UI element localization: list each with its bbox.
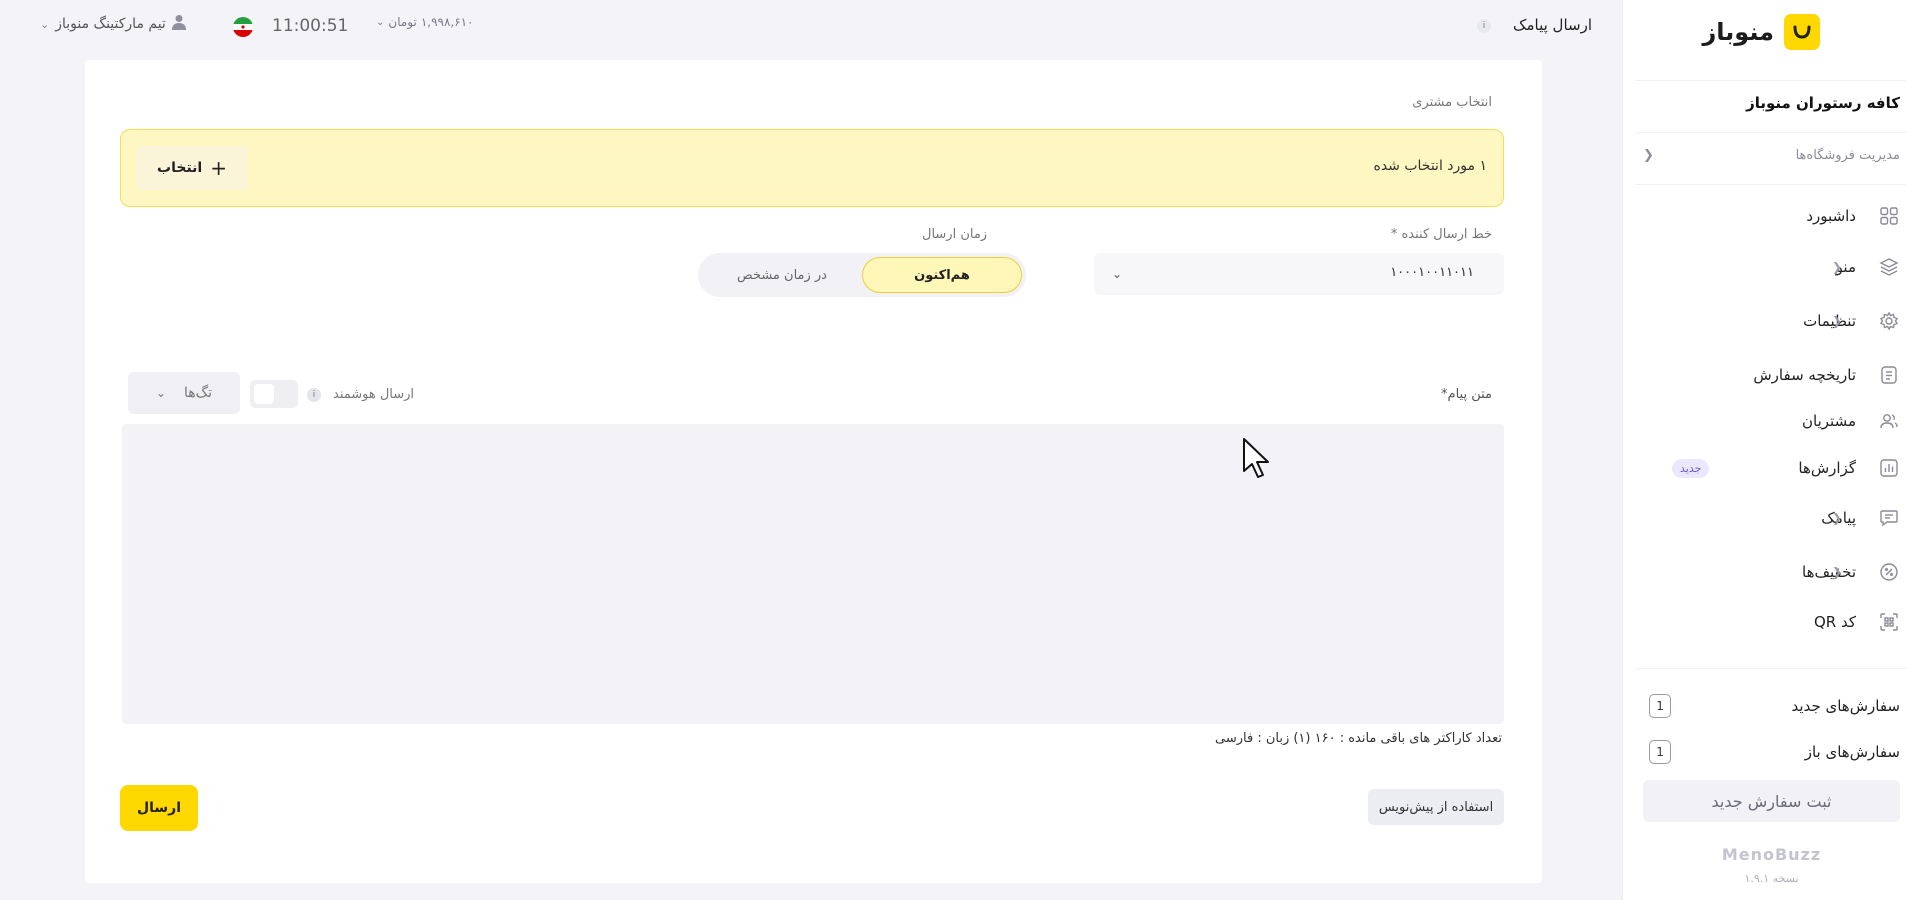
user-menu[interactable]: تیم مارکتینگ منوباز ⌄ <box>40 14 186 34</box>
chevron-down-icon: ⌄ <box>155 386 166 400</box>
send-time-label: زمان ارسال <box>922 227 988 242</box>
chevron-left-icon: ❮ <box>1832 511 1843 525</box>
sidebar-item-label: مشتریان <box>1802 412 1856 430</box>
use-draft-button[interactable]: استفاده از پیش‌نویس <box>1368 789 1504 825</box>
store-name: کافه رستوران منوباز <box>1746 94 1900 112</box>
language-indicator: زبان : فارسی <box>1215 731 1290 746</box>
send-button[interactable]: ارسال <box>120 785 198 831</box>
chevron-left-icon: ❮ <box>1832 565 1843 579</box>
send-now-option[interactable]: هم‌اکنون <box>862 257 1022 293</box>
iran-flag-icon[interactable] <box>233 17 253 37</box>
sidebar-item-menu[interactable]: منو ❮ <box>1622 247 1920 287</box>
sidebar-item-label: گزارش‌ها <box>1798 459 1856 477</box>
select-button-label: انتخاب <box>157 160 203 176</box>
users-icon <box>1878 410 1900 432</box>
divider <box>1636 80 1906 81</box>
chars-remaining: تعداد کاراکتر های باقی مانده : ۱۶۰ (۱) <box>1293 731 1502 746</box>
gear-icon <box>1878 310 1900 332</box>
new-orders-row[interactable]: سفارش‌های جدید 1 <box>1649 694 1900 718</box>
info-icon[interactable]: i <box>307 388 321 402</box>
clock: 11:00:51 <box>272 16 349 36</box>
chevron-down-icon: ⌄ <box>40 17 50 31</box>
user-name: تیم مارکتینگ منوباز <box>55 16 166 32</box>
sidebar: منوباز کافه رستوران منوباز مدیریت فروشگا… <box>1622 0 1920 900</box>
chevron-left-icon: ❮ <box>1832 260 1843 274</box>
divider <box>1636 132 1906 133</box>
sidebar-item-label: تخفیف‌ها <box>1802 563 1856 581</box>
smart-send-label: ارسال هوشمند <box>333 387 415 402</box>
sidebar-item-settings[interactable]: تنظیمات ❮ <box>1622 301 1920 341</box>
open-orders-count: 1 <box>1649 740 1671 764</box>
open-orders-row[interactable]: سفارش‌های باز 1 <box>1649 740 1900 764</box>
balance-display[interactable]: ۱,۹۹۸,۶۱۰ تومان ⌄ <box>376 15 474 29</box>
sidebar-item-reports[interactable]: گزارش‌ها جدید <box>1622 448 1920 488</box>
selected-customers-box: ۱ مورد انتخاب شده + انتخاب <box>120 129 1504 207</box>
document-icon <box>1878 364 1900 386</box>
open-orders-label: سفارش‌های باز <box>1804 743 1900 761</box>
brand-logo-icon <box>1784 14 1820 50</box>
balance-unit: تومان <box>388 15 417 29</box>
brand[interactable]: منوباز <box>1702 14 1820 50</box>
message-text-label: متن پیام* <box>1441 387 1492 402</box>
chevron-left-icon: ❮ <box>1832 314 1843 328</box>
chart-icon <box>1878 457 1900 479</box>
store-management-link[interactable]: مدیریت فروشگاه‌ها ❮ <box>1643 148 1900 163</box>
new-orders-label: سفارش‌های جدید <box>1791 697 1900 715</box>
dashboard-icon <box>1878 205 1900 227</box>
sender-line-label: خط ارسال کننده * <box>1390 227 1492 242</box>
divider <box>1636 184 1906 185</box>
chevron-down-icon: ⌄ <box>376 16 385 28</box>
top-bar: ارسال پیامک i ۱,۹۹۸,۶۱۰ تومان ⌄ 11:00:51… <box>0 0 1622 52</box>
footer-brand-logo: MenoBuzz <box>1721 845 1822 864</box>
send-scheduled-option[interactable]: در زمان مشخص <box>702 257 862 293</box>
sidebar-item-sms[interactable]: پیامک ❮ <box>1622 498 1920 538</box>
sms-form-card: انتخاب مشتری ۱ مورد انتخاب شده + انتخاب … <box>85 60 1542 883</box>
tags-label: تگ‌ها <box>184 385 213 401</box>
toggle-knob <box>254 384 274 404</box>
new-order-button[interactable]: ثبت سفارش جدید <box>1643 780 1900 822</box>
discount-icon <box>1878 561 1900 583</box>
sidebar-item-customers[interactable]: مشتریان <box>1622 401 1920 441</box>
sidebar-item-dashboard[interactable]: داشبورد <box>1622 196 1920 236</box>
plus-icon: + <box>210 156 227 180</box>
user-icon <box>171 14 186 34</box>
chevron-down-icon: ⌄ <box>1112 267 1123 281</box>
new-badge: جدید <box>1672 458 1710 478</box>
new-orders-count: 1 <box>1649 694 1671 718</box>
sidebar-item-order-history[interactable]: تاریخچه سفارش <box>1622 355 1920 395</box>
balance-amount: ۱,۹۹۸,۶۱۰ <box>420 15 474 29</box>
sender-line-value: ۱۰۰۰۱۰۰۱۱۰۱۱ <box>1390 265 1474 280</box>
brand-name: منوباز <box>1702 18 1774 46</box>
selected-count-text: ۱ مورد انتخاب شده <box>1373 158 1487 174</box>
sidebar-item-label: تنظیمات <box>1803 312 1856 330</box>
page-title: ارسال پیامک <box>1513 16 1592 34</box>
divider <box>1636 668 1906 669</box>
sidebar-item-label: تاریخچه سفارش <box>1753 366 1856 384</box>
customer-select-label: انتخاب مشتری <box>1412 95 1492 110</box>
sidebar-item-label: داشبورد <box>1806 207 1856 225</box>
qr-icon <box>1878 611 1900 633</box>
mouse-cursor-icon <box>1242 437 1272 483</box>
sidebar-item-discounts[interactable]: تخفیف‌ها ❮ <box>1622 552 1920 592</box>
smart-send-toggle[interactable] <box>250 380 298 408</box>
message-textarea[interactable] <box>122 424 1504 724</box>
send-time-toggle: هم‌اکنون در زمان مشخص <box>698 253 1026 297</box>
layers-icon <box>1878 256 1900 278</box>
sender-line-select[interactable]: ۱۰۰۰۱۰۰۱۱۰۱۱ ⌄ <box>1094 253 1504 295</box>
chevron-left-icon: ❮ <box>1643 148 1654 163</box>
info-icon[interactable]: i <box>1477 19 1491 33</box>
select-customers-button[interactable]: + انتخاب <box>136 146 248 190</box>
version-label: نسخه ۱.۹.۱ <box>1744 872 1799 885</box>
message-icon <box>1878 507 1900 529</box>
sidebar-item-qr-code[interactable]: کد QR <box>1622 602 1920 642</box>
store-management-label: مدیریت فروشگاه‌ها <box>1795 148 1900 163</box>
tags-dropdown[interactable]: تگ‌ها ⌄ <box>128 372 240 414</box>
sidebar-item-label: کد QR <box>1813 613 1856 631</box>
